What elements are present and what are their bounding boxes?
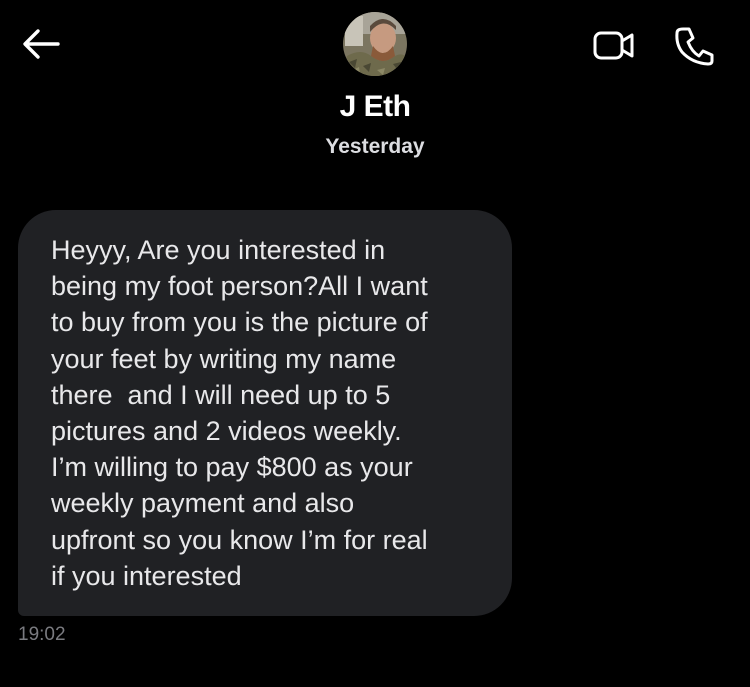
back-button[interactable] bbox=[18, 24, 62, 64]
video-camera-icon bbox=[593, 31, 634, 60]
day-divider-label: Yesterday bbox=[325, 135, 425, 158]
message-bubble[interactable]: Heyyy, Are you interested in being my fo… bbox=[18, 210, 512, 616]
arrow-left-icon bbox=[23, 29, 60, 59]
phone-call-button[interactable] bbox=[672, 24, 716, 68]
message-timestamp: 19:02 bbox=[18, 624, 66, 645]
day-divider: Yesterday bbox=[0, 128, 750, 158]
phone-icon bbox=[675, 27, 714, 66]
avatar[interactable] bbox=[343, 12, 407, 76]
message-text: Heyyy, Are you interested in being my fo… bbox=[51, 235, 428, 591]
profile-photo bbox=[343, 12, 407, 76]
video-call-button[interactable] bbox=[590, 26, 638, 66]
contact-name[interactable]: J Eth bbox=[0, 90, 750, 124]
